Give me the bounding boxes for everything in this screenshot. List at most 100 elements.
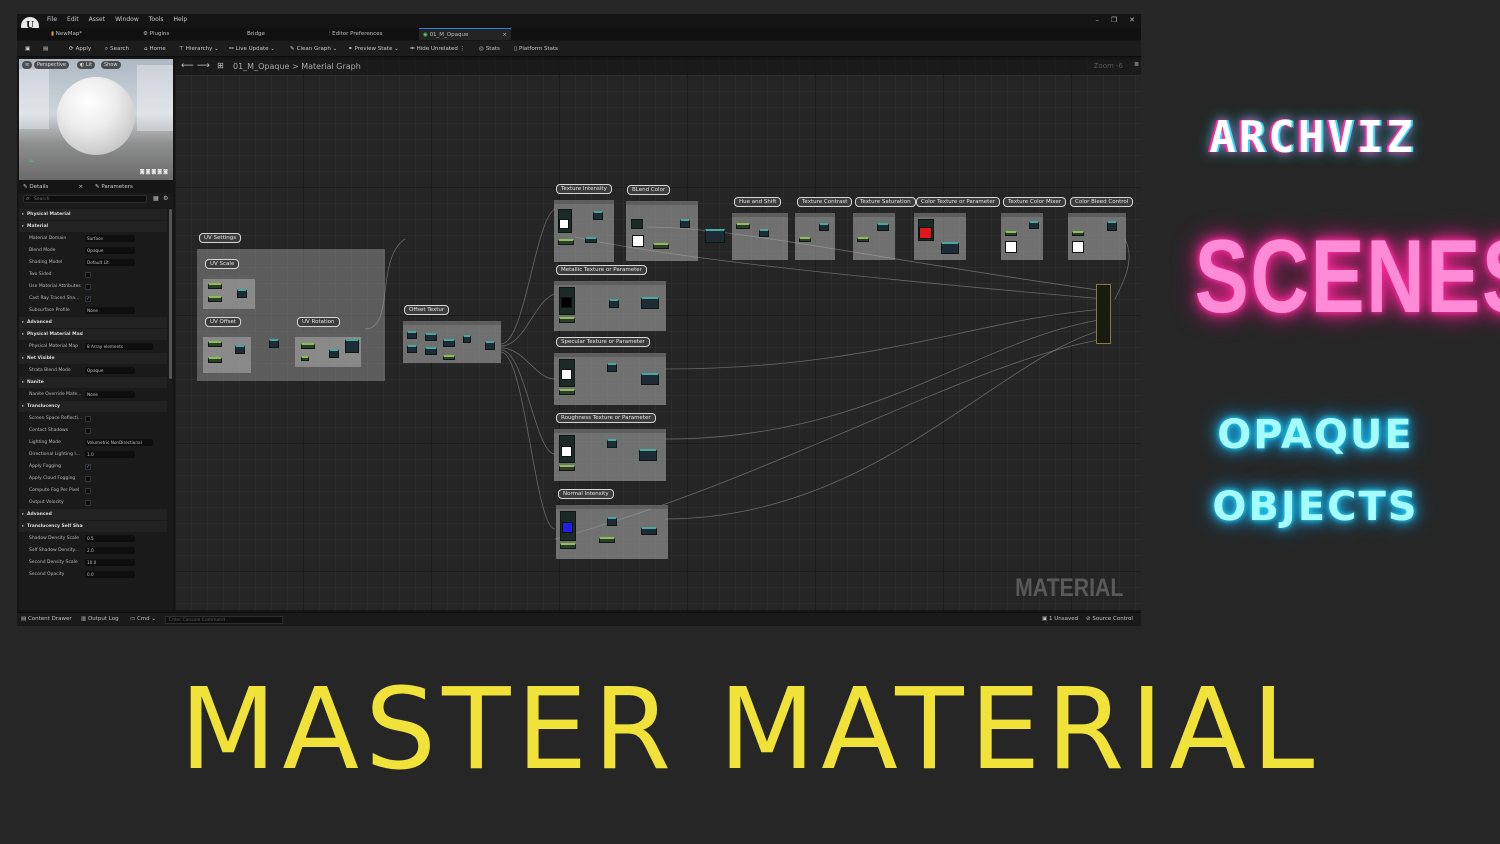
apply-button[interactable]: ⟳ Apply <box>69 44 91 54</box>
tab-editor-preferences[interactable]: ⫶ Editor Preferences <box>325 28 421 40</box>
param-node[interactable] <box>1005 231 1017 236</box>
math-node[interactable] <box>425 333 437 341</box>
hierarchy-button[interactable]: ⊤ Hierarchy ⌄ <box>179 44 219 54</box>
param-node[interactable] <box>559 317 575 323</box>
details-property-row[interactable]: Screen Space Reflecti... <box>19 413 167 424</box>
cmd-dropdown[interactable]: ▭ Cmd ⌄ <box>130 613 156 626</box>
lit-button[interactable]: ◐ Lit <box>77 61 96 69</box>
menu-asset[interactable]: Asset <box>89 16 105 23</box>
details-property-row[interactable]: Two Sided <box>19 269 167 280</box>
settings-gear-icon[interactable]: ⚙ <box>163 195 168 202</box>
details-property-row[interactable]: Self Shadow Density... 2.0 <box>19 545 167 556</box>
expand-arrow-icon[interactable]: ▸ <box>22 353 24 364</box>
lerp-node[interactable] <box>941 242 959 254</box>
property-checkbox[interactable]: ✓ <box>85 296 91 302</box>
details-section-header[interactable]: ▸ Translucency <box>19 401 167 412</box>
details-property-row[interactable]: Blend Mode Opaque <box>19 245 167 256</box>
details-property-row[interactable]: Apply Cloud Fogging <box>19 473 167 484</box>
perspective-button[interactable]: Perspective <box>34 61 69 69</box>
details-section-header[interactable]: ▸ Advanced <box>19 317 167 328</box>
minimize-button[interactable]: – <box>1095 16 1099 24</box>
details-property-row[interactable]: Contact Shadows <box>19 425 167 436</box>
node-uv-settings[interactable]: UV Settings <box>199 233 242 243</box>
property-value-field[interactable]: 10.0 <box>85 559 135 566</box>
flatten-normal-node[interactable] <box>641 527 657 535</box>
property-value-field[interactable]: 1.0 <box>85 451 135 458</box>
search-button[interactable]: ⌕ Search <box>105 44 129 54</box>
param-node[interactable] <box>559 389 575 395</box>
hide-unrelated-button[interactable]: ⚮ Hide Unrelated ⋮ <box>410 44 465 54</box>
save-icon[interactable]: ▣ <box>25 44 32 54</box>
details-section-header[interactable]: ▸ Nanite <box>19 377 167 388</box>
node-texture-contrast[interactable]: Texture Contrast <box>797 197 853 207</box>
details-property-row[interactable]: Second Opacity 0.0 <box>19 569 167 580</box>
details-search-input[interactable]: Search <box>23 195 147 203</box>
unsaved-indicator[interactable]: ▣ 1 Unsaved <box>1042 613 1078 626</box>
output-coord-node[interactable] <box>485 341 495 350</box>
tab-bridge[interactable]: Bridge <box>243 28 323 40</box>
menu-tools[interactable]: Tools <box>149 16 164 23</box>
menu-file[interactable]: File <box>47 16 57 23</box>
property-checkbox[interactable] <box>85 476 91 482</box>
param-node[interactable] <box>443 355 455 360</box>
platform-stats-button[interactable]: ▯ Platform Stats <box>514 44 558 54</box>
expand-arrow-icon[interactable]: ▸ <box>22 401 24 412</box>
math-node[interactable] <box>607 517 617 526</box>
math-node[interactable] <box>463 335 471 343</box>
property-value-field[interactable]: None <box>85 307 135 314</box>
uv-scale-group[interactable] <box>203 275 255 309</box>
param-node[interactable] <box>599 537 615 543</box>
property-value-field[interactable]: Default Lit <box>85 259 135 266</box>
property-value-field[interactable]: Opaque <box>85 367 135 374</box>
hueshift-node[interactable] <box>759 229 769 237</box>
lerp-node[interactable] <box>680 219 690 228</box>
details-property-row[interactable]: Strata Blend Mode Opaque <box>19 365 167 376</box>
param-node[interactable] <box>1072 231 1084 236</box>
expand-arrow-icon[interactable]: ▸ <box>22 329 24 340</box>
expand-arrow-icon[interactable]: ▸ <box>22 521 24 532</box>
live-update-button[interactable]: ⚯ Live Update ⌄ <box>229 44 275 54</box>
lerp-node[interactable] <box>1107 221 1117 231</box>
param-node[interactable] <box>301 343 315 349</box>
node-texture-saturation[interactable]: Texture Saturation <box>855 197 916 207</box>
math-node[interactable] <box>269 339 279 348</box>
node-hue-and-shift[interactable]: Hue and Shift <box>734 197 782 207</box>
property-checkbox[interactable]: ✓ <box>85 464 91 470</box>
close-icon[interactable]: × <box>78 184 83 190</box>
param-node[interactable] <box>857 237 869 242</box>
expand-arrow-icon[interactable]: ▸ <box>22 317 24 328</box>
math-node[interactable] <box>329 349 339 358</box>
details-scrollbar[interactable] <box>169 209 172 379</box>
math-node[interactable] <box>443 339 455 347</box>
expand-arrow-icon[interactable]: ▸ <box>22 221 24 232</box>
node-texture-color-mixer[interactable]: Texture Color Mixer <box>1003 197 1066 207</box>
node-uv-offset[interactable]: UV Offset <box>205 317 242 327</box>
palette-icon[interactable]: ≣ <box>1134 61 1139 68</box>
property-value-field[interactable]: 8 Array elements <box>85 343 153 350</box>
details-property-row[interactable]: Subsurface Profile None <box>19 305 167 316</box>
param-node[interactable] <box>560 543 576 549</box>
details-section-header[interactable]: ▸ Physical Material Mask <box>19 329 167 340</box>
viewport-menu-button[interactable]: ≡ <box>22 61 33 69</box>
menu-window[interactable]: Window <box>115 16 139 23</box>
details-section-header[interactable]: ▸ Net Visible <box>19 353 167 364</box>
output-log-button[interactable]: ▥ Output Log <box>81 613 119 626</box>
param-node[interactable] <box>558 239 574 245</box>
node-metallic-texture[interactable]: Metallic Texture or Parameter <box>556 265 647 275</box>
rotator-node[interactable] <box>345 339 359 353</box>
preview-shape-icons[interactable]: ◙◙◙◙◙ <box>140 169 169 175</box>
details-property-row[interactable]: Use Material Attributes <box>19 281 167 292</box>
details-property-row[interactable]: Nanite Override Mate... None <box>19 389 167 400</box>
menu-edit[interactable]: Edit <box>67 16 79 23</box>
math-node[interactable] <box>607 439 617 448</box>
node-roughness-texture[interactable]: Roughness Texture or Parameter <box>556 413 656 423</box>
console-command-input[interactable]: Enter Console Command <box>165 616 283 624</box>
show-button[interactable]: Show <box>101 61 121 69</box>
property-value-field[interactable]: Volumetric NonDirectional <box>85 439 153 446</box>
texcoord-node[interactable] <box>407 345 417 353</box>
content-drawer-button[interactable]: ▤ Content Drawer <box>21 613 72 626</box>
menu-help[interactable]: Help <box>174 16 188 23</box>
property-checkbox[interactable] <box>85 428 91 434</box>
node-uv-scale[interactable]: UV Scale <box>205 259 240 269</box>
node-blend-color[interactable]: BLend Color <box>627 185 671 195</box>
